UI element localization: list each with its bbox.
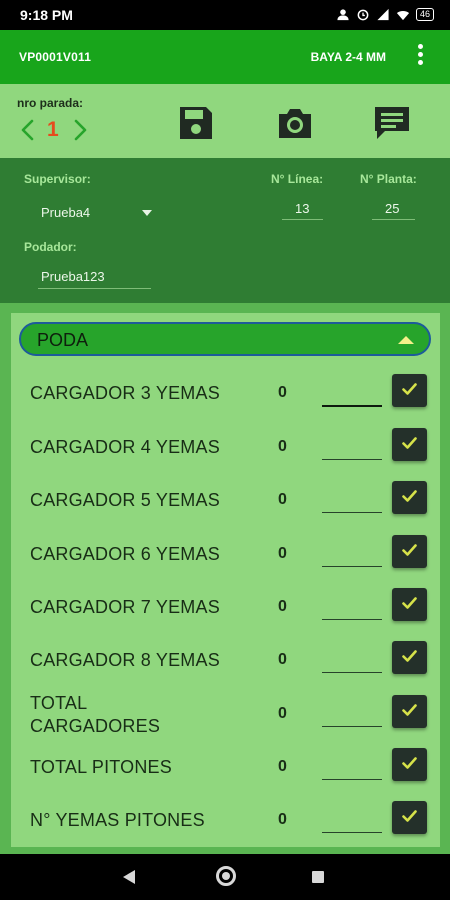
app-code-title: VP0001V011 [19, 50, 92, 64]
row-label: CARGADOR 6 YEMAS [30, 544, 220, 564]
linea-label: N° Línea: [271, 172, 324, 186]
poda-section-header[interactable]: PODA [19, 322, 431, 356]
save-icon[interactable] [176, 103, 216, 143]
row-count: 0 [278, 811, 287, 828]
chevron-right-icon[interactable] [73, 118, 89, 142]
quantity-input[interactable] [322, 779, 382, 780]
check-icon [402, 810, 417, 822]
quantity-input[interactable] [322, 832, 382, 833]
quantity-input[interactable] [322, 566, 382, 567]
battery-icon: 46 [415, 8, 434, 21]
list-item: CARGADOR 4 YEMAS 0 [11, 422, 440, 475]
confirm-button[interactable] [392, 801, 427, 834]
podador-underline [38, 288, 151, 289]
list-item: CARGADOR 7 YEMAS 0 [11, 582, 440, 635]
poda-title: PODA [37, 330, 89, 350]
alarm-icon [357, 9, 369, 21]
row-label: CARGADOR 7 YEMAS [30, 597, 220, 617]
confirm-button[interactable] [392, 748, 427, 781]
list-item: TOTAL CARGADORES 0 [11, 689, 440, 742]
signal-icon [377, 8, 389, 21]
confirm-button[interactable] [392, 535, 427, 568]
action-toolbar: nro parada: 1 [0, 84, 450, 158]
dropdown-arrow-icon[interactable] [142, 210, 152, 216]
list-item: CARGADOR 6 YEMAS 0 [11, 529, 440, 582]
quantity-input[interactable] [322, 726, 382, 727]
status-icons: 46 [336, 8, 434, 21]
main-content: PODA CARGADOR 3 YEMAS 0 CARGADOR 4 YEMAS… [0, 303, 450, 854]
quantity-input[interactable] [322, 672, 382, 673]
row-count: 0 [278, 651, 287, 668]
app-bar: VP0001V011 BAYA 2-4 MM [0, 30, 450, 84]
quantity-input[interactable] [322, 405, 382, 407]
quantity-input[interactable] [322, 619, 382, 620]
row-label: CARGADOR 5 YEMAS [30, 490, 220, 510]
recent-apps-icon[interactable] [312, 871, 324, 883]
home-icon[interactable] [216, 866, 236, 886]
confirm-button[interactable] [392, 695, 427, 728]
comment-icon[interactable] [372, 103, 412, 143]
app-subtitle: BAYA 2-4 MM [310, 50, 386, 64]
planta-input[interactable]: 25 [385, 201, 399, 216]
row-label-line1: TOTAL [30, 693, 88, 713]
confirm-button[interactable] [392, 641, 427, 674]
check-icon [402, 490, 417, 502]
status-bar: 9:18 PM 46 [0, 0, 450, 30]
check-icon [402, 437, 417, 449]
linea-underline [282, 219, 323, 220]
poda-panel: PODA CARGADOR 3 YEMAS 0 CARGADOR 4 YEMAS… [11, 313, 440, 847]
list-item: N° YEMAS PITONES 0 [11, 795, 440, 848]
podador-label: Podador: [24, 240, 77, 254]
row-count: 0 [278, 758, 287, 775]
check-icon [402, 597, 417, 609]
check-icon [402, 383, 417, 395]
quantity-input[interactable] [322, 459, 382, 460]
more-vert-icon[interactable] [416, 44, 424, 70]
row-count: 0 [278, 598, 287, 615]
check-icon [402, 650, 417, 662]
row-count: 0 [278, 545, 287, 562]
row-label: CARGADOR 4 YEMAS [30, 437, 220, 457]
supervisor-select[interactable]: Prueba4 [41, 205, 90, 220]
row-label: TOTAL CARGADORES [30, 692, 160, 738]
row-count: 0 [278, 705, 287, 722]
confirm-button[interactable] [392, 481, 427, 514]
row-label: CARGADOR 3 YEMAS [30, 383, 220, 403]
confirm-button[interactable] [392, 374, 427, 407]
podador-input[interactable]: Prueba123 [41, 269, 105, 284]
planta-underline [372, 219, 415, 220]
quantity-input[interactable] [322, 512, 382, 513]
row-label-line2: CARGADORES [30, 716, 161, 736]
row-label: CARGADOR 8 YEMAS [30, 650, 220, 670]
parada-number: 1 [47, 118, 59, 141]
row-label: N° YEMAS PITONES [30, 810, 205, 830]
header-form: Supervisor: Prueba4 N° Línea: 13 N° Plan… [0, 158, 450, 303]
linea-input[interactable]: 13 [295, 201, 309, 216]
row-count: 0 [278, 384, 287, 401]
check-icon [402, 544, 417, 556]
chevron-left-icon[interactable] [19, 118, 35, 142]
collapse-caret-icon[interactable] [398, 336, 414, 344]
wifi-icon [396, 11, 410, 21]
camera-icon[interactable] [275, 103, 315, 143]
row-count: 0 [278, 438, 287, 455]
system-nav-bar [0, 854, 450, 900]
list-item: TOTAL PITONES 0 [11, 742, 440, 795]
check-icon [402, 757, 417, 769]
row-label: TOTAL PITONES [30, 757, 172, 777]
check-icon [402, 704, 417, 716]
parada-label: nro parada: [17, 96, 84, 110]
status-time: 9:18 PM [20, 7, 73, 23]
back-icon[interactable] [123, 870, 135, 884]
planta-label: N° Planta: [360, 172, 417, 186]
list-item: CARGADOR 5 YEMAS 0 [11, 475, 440, 528]
row-count: 0 [278, 491, 287, 508]
person-icon [337, 9, 349, 21]
supervisor-label: Supervisor: [24, 172, 91, 186]
list-item: CARGADOR 3 YEMAS 0 [11, 368, 440, 421]
confirm-button[interactable] [392, 428, 427, 461]
confirm-button[interactable] [392, 588, 427, 621]
list-item: CARGADOR 8 YEMAS 0 [11, 635, 440, 688]
